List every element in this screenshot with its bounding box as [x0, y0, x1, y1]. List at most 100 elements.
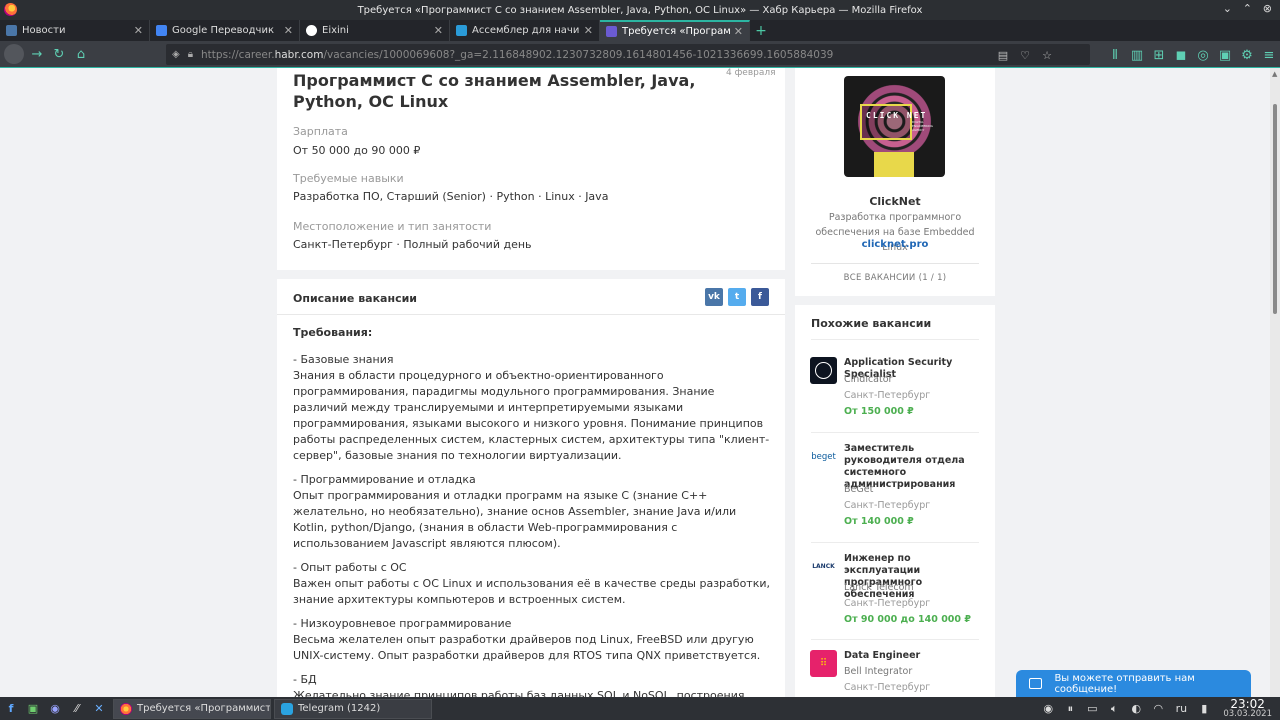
- forward-button[interactable]: →: [26, 43, 48, 65]
- pocket-icon[interactable]: ♡: [1014, 44, 1036, 66]
- minimize-icon[interactable]: ⌄: [1223, 2, 1232, 15]
- launcher-icon[interactable]: ▣: [22, 697, 44, 720]
- reader-view-icon[interactable]: ▤: [992, 44, 1014, 66]
- lanck-logo: LANCK: [810, 553, 837, 580]
- vacancy-title: Программист С со знанием Assembler, Java…: [293, 71, 696, 111]
- similar-vacancy-item[interactable]: ⠿ Data Engineer Bell Integrator Санкт-Пе…: [810, 650, 985, 697]
- taskbar-task-telegram[interactable]: Telegram (1242): [274, 698, 432, 719]
- extension-icon[interactable]: ◎: [1192, 44, 1214, 66]
- paragraph: - Базовые знания Знания в области процед…: [293, 352, 771, 464]
- tab-label: Требуется «Программ: [622, 26, 730, 37]
- chat-widget[interactable]: Вы можете отправить нам сообщение!: [1016, 670, 1251, 697]
- paragraph-title: - Программирование и отладка: [293, 473, 476, 486]
- paragraph: - Низкоуровневое программирование Весьма…: [293, 616, 771, 664]
- home-button[interactable]: ⌂: [70, 43, 92, 65]
- volume-icon[interactable]: 🔈︎: [1103, 697, 1125, 720]
- company-name[interactable]: ClickNet: [795, 195, 995, 208]
- start-menu-icon[interactable]: f: [0, 697, 22, 720]
- paragraph-text: Весьма желателен опыт разработки драйвер…: [293, 633, 761, 662]
- cindicator-logo: [810, 357, 837, 384]
- paragraph-text: Знания в области процедурного и объектно…: [293, 369, 715, 414]
- tab-label: Eixini: [322, 25, 349, 36]
- similar-vacancy-city: Санкт-Петербург: [844, 390, 931, 401]
- similar-vacancy-company: BeGet: [844, 484, 874, 495]
- lock-icon[interactable]: 🔒︎: [188, 49, 193, 60]
- share-facebook-button[interactable]: f: [751, 288, 769, 306]
- page-viewport: Программист С со знанием Assembler, Java…: [0, 68, 1270, 697]
- tray-icon[interactable]: ◐: [1125, 697, 1147, 720]
- divider: [811, 339, 979, 340]
- launcher-icon[interactable]: ⁄⁄: [66, 697, 88, 720]
- tab-close-icon[interactable]: ✕: [284, 24, 293, 37]
- extension-icon[interactable]: ▣: [1214, 44, 1236, 66]
- similar-vacancy-city: Санкт-Петербург: [844, 682, 931, 693]
- similar-vacancy-item[interactable]: LANCK Инженер по эксплуатации программно…: [810, 553, 985, 633]
- logo-subtext: DIGITAL ENGINEERING AGENCY: [912, 120, 933, 132]
- paragraph: - Опыт работы с ОС Важен опыт работы с О…: [293, 560, 771, 608]
- maximize-icon[interactable]: ⌃: [1243, 2, 1252, 15]
- similar-vacancy-city: Санкт-Петербург: [844, 500, 931, 511]
- url-bar[interactable]: ◈ 🔒︎ https://career. habr.com/vacancies/1…: [166, 44, 1090, 65]
- tab-close-icon[interactable]: ✕: [134, 24, 143, 37]
- tab-close-icon[interactable]: ✕: [434, 24, 443, 37]
- tab-habr-vacancy[interactable]: Требуется «Программ ✕: [600, 20, 750, 41]
- paragraph: - Программирование и отладка Опыт програ…: [293, 472, 771, 552]
- library-icon[interactable]: ⫴: [1104, 44, 1126, 66]
- similar-vacancy-company: Cindicator: [844, 374, 893, 385]
- tab-label: Ассемблер для начина: [472, 25, 580, 36]
- sidebar-icon[interactable]: ▥: [1126, 44, 1148, 66]
- battery-icon[interactable]: ▮: [1193, 697, 1215, 720]
- extension-icon[interactable]: ⊞: [1148, 44, 1170, 66]
- window-title: Требуется «Программист С со знанием Asse…: [357, 4, 923, 16]
- beget-logo: beget: [810, 443, 837, 470]
- tab-close-icon[interactable]: ✕: [734, 25, 743, 38]
- task-label: Требуется «Программист С...: [137, 703, 271, 714]
- share-twitter-button[interactable]: t: [728, 288, 746, 306]
- scrollbar-thumb[interactable]: [1273, 104, 1277, 314]
- paragraph-text: Важен опыт работы с ОС Linux и использов…: [293, 577, 770, 606]
- similar-vacancy-salary: От 90 000 до 140 000 ₽: [844, 614, 971, 625]
- logo-ring: [815, 362, 832, 379]
- similar-vacancy-item[interactable]: beget Заместитель руководителя отдела си…: [810, 443, 985, 543]
- tab-news[interactable]: Новости ✕: [0, 20, 150, 41]
- extension-icon[interactable]: ◼: [1170, 44, 1192, 66]
- tab-github[interactable]: Eixini ✕: [300, 20, 450, 41]
- close-icon[interactable]: ⊗: [1263, 2, 1272, 15]
- extension-icon[interactable]: ⚙: [1236, 44, 1258, 66]
- keyboard-layout[interactable]: ru: [1169, 697, 1193, 720]
- vscode-icon[interactable]: ✕: [88, 697, 110, 720]
- company-logo[interactable]: CLICK NET DIGITAL ENGINEERING AGENCY: [844, 76, 945, 177]
- github-icon: [306, 25, 317, 36]
- tab-close-icon[interactable]: ✕: [584, 24, 593, 37]
- tab-assembler[interactable]: Ассемблер для начина ✕: [450, 20, 600, 41]
- firefox-icon: [4, 3, 17, 16]
- clipboard-icon[interactable]: ▭: [1081, 697, 1103, 720]
- share-vk-button[interactable]: vk: [705, 288, 723, 306]
- new-tab-button[interactable]: +: [750, 20, 772, 41]
- similar-vacancy-title[interactable]: Data Engineer: [844, 650, 986, 662]
- divider: [811, 639, 979, 640]
- skills-value[interactable]: Разработка ПО, Старший (Senior) · Python…: [293, 190, 608, 203]
- all-vacancies-link[interactable]: ВСЕ ВАКАНСИИ (1 / 1): [795, 273, 995, 283]
- tray-icon[interactable]: ◉: [1037, 697, 1059, 720]
- network-icon[interactable]: ◠: [1147, 697, 1169, 720]
- location-label: Местоположение и тип занятости: [293, 220, 492, 233]
- menu-icon[interactable]: ≡: [1258, 44, 1280, 66]
- taskbar-task-firefox[interactable]: Требуется «Программист С...: [113, 698, 271, 719]
- habr-icon: [606, 26, 617, 37]
- page-scrollbar[interactable]: ▲: [1270, 68, 1280, 697]
- discord-icon[interactable]: ◉: [44, 697, 66, 720]
- divider: [811, 263, 979, 264]
- back-button[interactable]: [4, 44, 24, 64]
- site-icon: [456, 25, 467, 36]
- tab-google-translate[interactable]: Google Переводчик ✕: [150, 20, 300, 41]
- similar-vacancy-item[interactable]: Application Security Specialist Cindicat…: [810, 357, 985, 437]
- similar-vacancy-title[interactable]: Инженер по эксплуатации программного обе…: [844, 553, 986, 601]
- clock[interactable]: 23:02 03.03.2021: [1223, 698, 1272, 719]
- bookmark-star-icon[interactable]: ☆: [1036, 44, 1058, 66]
- pause-icon[interactable]: ⏸: [1059, 697, 1081, 720]
- reload-button[interactable]: ↻: [48, 43, 70, 65]
- company-website-link[interactable]: clicknet.pro: [795, 239, 995, 250]
- shield-icon[interactable]: ◈: [172, 49, 180, 60]
- scroll-up-icon[interactable]: ▲: [1272, 70, 1277, 78]
